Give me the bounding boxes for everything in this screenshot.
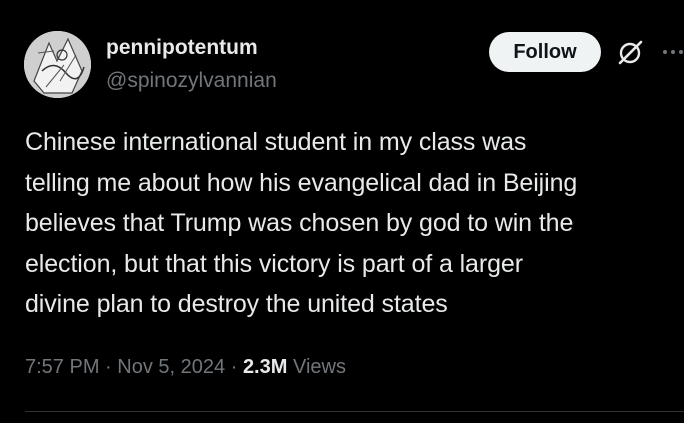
divider (25, 411, 684, 412)
more-icon[interactable] (659, 38, 684, 66)
views-label: Views (292, 356, 346, 378)
author-handle[interactable]: @spinozylvannian (106, 69, 277, 93)
avatar[interactable] (24, 31, 91, 98)
tweet-date[interactable]: Nov 5, 2024 (117, 356, 225, 378)
author-display-name[interactable]: pennipotentum (106, 36, 258, 60)
follow-button[interactable]: Follow (489, 32, 601, 72)
meta-separator-2: · (230, 356, 238, 378)
tweet-meta: 7:57 PM · Nov 5, 2024 · 2.3M Views (25, 354, 346, 380)
views-count[interactable]: 2.3M (243, 356, 287, 378)
tweet-time[interactable]: 7:57 PM (25, 356, 99, 378)
tweet-card: pennipotentum @spinozylvannian Follow Ch… (0, 0, 684, 423)
meta-separator: · (105, 356, 112, 378)
grok-icon[interactable] (616, 38, 644, 66)
tweet-text: Chinese international student in my clas… (25, 128, 578, 318)
